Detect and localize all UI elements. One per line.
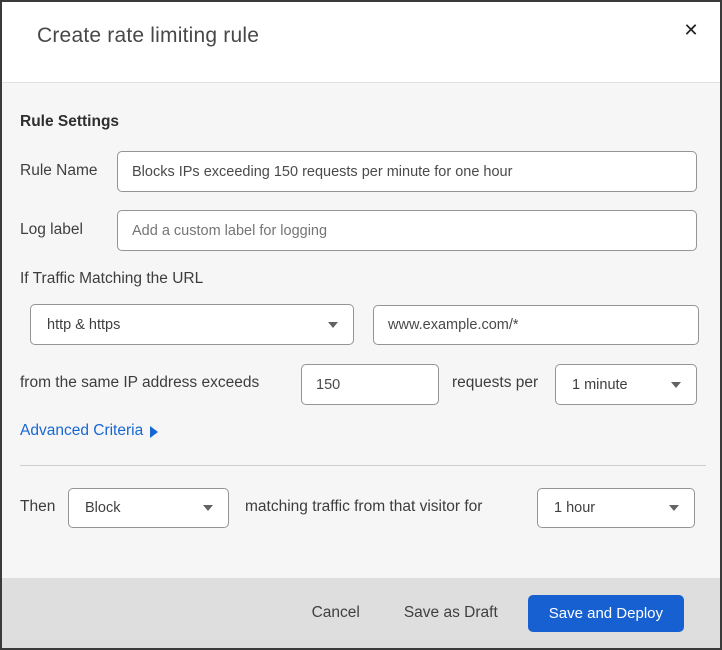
create-rate-limiting-rule-modal: Create rate limiting rule ✕ Rule Setting… [0, 0, 722, 650]
cancel-button[interactable]: Cancel [312, 604, 360, 622]
modal-title: Create rate limiting rule [37, 24, 260, 47]
then-label: Then [20, 498, 56, 515]
url-pattern-input[interactable] [373, 305, 699, 345]
section-divider [20, 465, 706, 466]
chevron-down-icon [671, 381, 681, 388]
scheme-dropdown-value: http & https [47, 316, 121, 333]
requests-per-text: requests per [452, 374, 539, 391]
save-as-draft-button[interactable]: Save as Draft [404, 604, 498, 622]
chevron-down-icon [328, 321, 338, 328]
advanced-criteria-link[interactable]: Advanced Criteria [20, 422, 159, 440]
log-label-input[interactable] [117, 210, 697, 251]
chevron-down-icon [203, 505, 213, 511]
log-label-label: Log label [20, 221, 83, 238]
period-dropdown[interactable]: 1 minute [555, 364, 697, 405]
chevron-down-icon [669, 505, 679, 511]
rule-name-input[interactable] [117, 151, 697, 192]
advanced-criteria-label: Advanced Criteria [20, 422, 144, 439]
rule-settings-heading: Rule Settings [20, 113, 120, 130]
period-dropdown-value: 1 minute [572, 376, 628, 393]
request-count-input[interactable] [301, 364, 439, 405]
action-dropdown-value: Block [85, 500, 121, 516]
modal-header: Create rate limiting rule ✕ [2, 2, 720, 82]
rule-name-label: Rule Name [20, 162, 98, 179]
traffic-match-heading: If Traffic Matching the URL [20, 270, 204, 287]
threshold-prefix-text: from the same IP address exceeds [20, 374, 260, 391]
arrow-right-icon [150, 426, 159, 438]
action-middle-text: matching traffic from that visitor for [245, 498, 483, 515]
modal-footer: Cancel Save as Draft Save and Deploy [2, 578, 720, 648]
close-icon[interactable]: ✕ [678, 18, 704, 44]
action-dropdown[interactable]: Block [68, 488, 229, 528]
duration-dropdown-value: 1 hour [554, 500, 596, 516]
save-and-deploy-button[interactable]: Save and Deploy [527, 594, 684, 632]
duration-dropdown[interactable]: 1 hour [537, 488, 695, 528]
scheme-dropdown[interactable]: http & https [30, 304, 354, 345]
